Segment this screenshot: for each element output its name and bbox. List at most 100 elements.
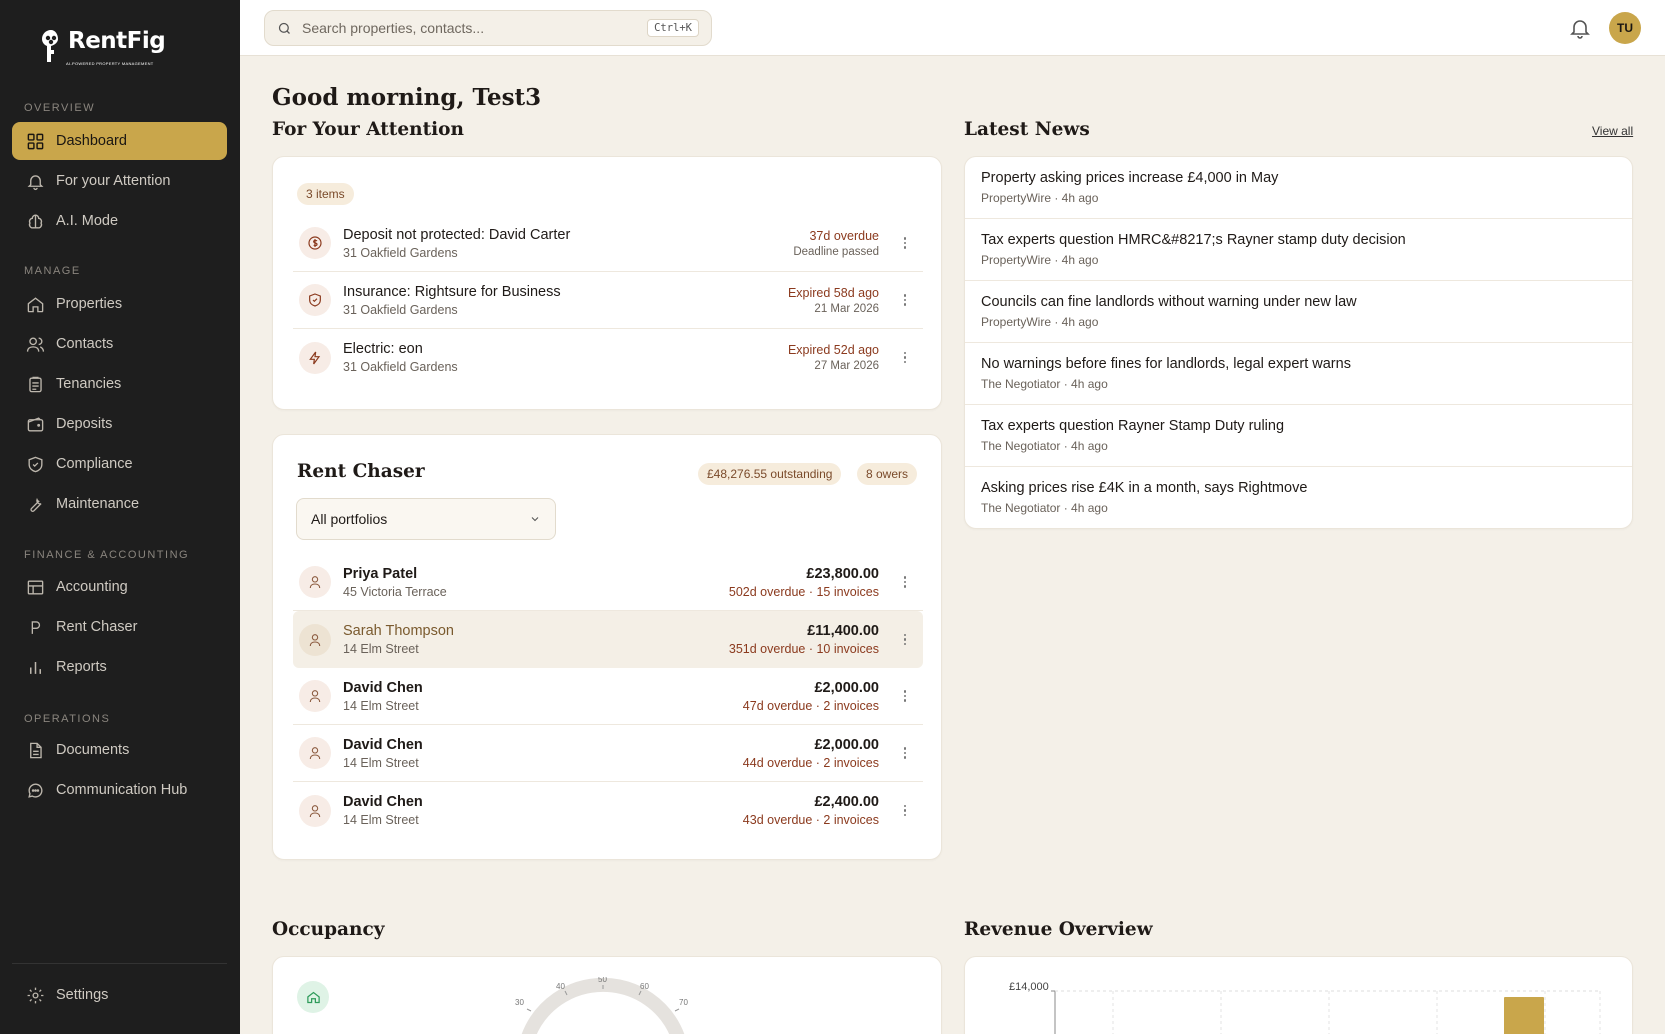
users-icon [26,336,45,352]
sidebar-item-label: Documents [56,742,130,758]
attention-item-address: 31 Oakfield Gardens [343,302,458,317]
topbar: Ctrl+K TU [240,0,1665,56]
sidebar-item-label: Maintenance [56,496,140,512]
wrench-icon [30,497,42,512]
more-menu-icon[interactable] [897,690,913,702]
news-source: The Negotiator · 4h ago [981,501,1108,515]
attention-item-status: Expired 52d ago [787,343,879,357]
person-icon [299,623,331,656]
revenue-bar [1504,997,1544,1034]
lightning-icon [299,341,331,374]
portfolio-select-value: All portfolios [311,511,388,527]
gauge-tick-label: 70 [679,998,688,1007]
home-icon [27,296,44,312]
sidebar-item-label: Dashboard [56,133,127,149]
person-icon [299,737,331,769]
attention-item[interactable]: Insurance: Rightsure for Business 31 Oakf… [293,272,923,329]
page-greeting: Good morning, Test3 [272,84,542,111]
news-headline: Tax experts question HMRC&#8217;s Rayner… [981,232,1406,248]
sidebar-item-dashboard[interactable]: Dashboard [12,122,227,160]
attention-item[interactable]: Deposit not protected: David Carter 31 Oa… [293,215,923,272]
sidebar-item-compliance[interactable]: Compliance [12,445,227,483]
occupancy-title: Occupancy [272,919,385,940]
rent-chaser-row[interactable]: Priya Patel 45 Victoria Terrace £23,800.0… [293,554,923,611]
chat-icon [28,783,43,798]
rent-chaser-row[interactable]: Sarah Thompson 14 Elm Street £11,400.00 35… [293,611,923,668]
attention-item-title: Insurance: Rightsure for Business [343,283,561,300]
news-item[interactable]: Asking prices rise £4K in a month, says … [965,467,1632,528]
sidebar-item-properties[interactable]: Properties [12,285,227,323]
rent-chaser-row[interactable]: David Chen 14 Elm Street £2,000.00 44d ove… [293,725,923,782]
more-menu-icon[interactable] [897,351,913,364]
attention-count-badge: 3 items [297,183,354,205]
sidebar-item-reports[interactable]: Reports [12,648,227,686]
sidebar-item-settings[interactable]: Settings [12,976,227,1014]
news-source: The Negotiator · 4h ago [981,377,1108,391]
more-menu-icon[interactable] [897,633,913,646]
dollar-icon [299,227,331,259]
sidebar-item-documents[interactable]: Documents [12,731,227,769]
sidebar-item-label: Accounting [56,579,128,595]
sidebar-item-maintenance[interactable]: Maintenance [12,485,227,523]
sidebar-item-tenancies[interactable]: Tenancies [12,365,227,403]
more-menu-icon[interactable] [897,294,913,306]
search-input[interactable] [302,20,638,36]
news-item[interactable]: Councils can fine landlords without warn… [965,281,1632,343]
news-item[interactable]: No warnings before fines for landlords, … [965,343,1632,405]
tenant-name: Priya Patel [343,565,418,582]
file-icon [30,742,42,758]
person-icon [299,794,331,827]
more-menu-icon[interactable] [897,576,913,588]
person-icon [299,680,331,712]
overdue-detail: 351d overdue · 10 invoices [728,642,879,656]
more-menu-icon[interactable] [897,804,913,817]
amount-owed: £2,400.00 [814,794,879,810]
revenue-title: Revenue Overview [964,919,1153,940]
attention-item[interactable]: Electric: eon 31 Oakfield Gardens Expired… [293,329,923,386]
amount-owed: £23,800.00 [806,565,879,582]
shortcut-hint: Ctrl+K [647,19,699,37]
news-item[interactable]: Tax experts question Rayner Stamp Duty r… [965,405,1632,467]
tenant-name: Sarah Thompson [343,623,454,639]
sidebar-item-contacts[interactable]: Contacts [12,325,227,363]
notification-bell-icon[interactable] [1568,16,1592,40]
news-item[interactable]: Tax experts question HMRC&#8217;s Rayner… [965,219,1632,281]
shield-icon [299,284,331,316]
fig-logo-icon [42,30,58,62]
news-headline: Property asking prices increase £4,000 i… [981,170,1279,186]
news-headline: Asking prices rise £4K in a month, says … [981,480,1308,496]
attention-title: For Your Attention [272,119,464,140]
overdue-detail: 44d overdue · 2 invoices [742,755,879,770]
news-source: PropertyWire · 4h ago [981,315,1099,329]
sidebar-item-deposits[interactable]: Deposits [12,405,227,443]
gauge-tick-label: 40 [556,982,565,991]
portfolio-select[interactable]: All portfolios [296,498,556,540]
search-bar[interactable]: Ctrl+K [264,10,712,46]
news-item[interactable]: Property asking prices increase £4,000 i… [965,157,1632,219]
wallet-icon [27,416,44,432]
more-menu-icon[interactable] [897,237,913,249]
news-card: Property asking prices increase £4,000 i… [964,156,1633,529]
sidebar-item-ai-mode[interactable]: A.I. Mode [12,202,227,240]
attention-item-address: 31 Oakfield Gardens [343,245,458,260]
brand-logo[interactable]: RentFig AI-POWERED PROPERTY MANAGEMENT [38,28,166,66]
sidebar-item-label: Contacts [56,336,114,352]
gear-icon [27,987,44,1003]
sidebar-item-communication-hub[interactable]: Communication Hub [12,771,227,809]
user-avatar[interactable]: TU [1609,12,1641,44]
tenant-name: David Chen [343,679,423,696]
sidebar-divider [12,963,227,964]
shield-check-icon [28,456,43,472]
search-icon [278,22,290,34]
sidebar-item-attention[interactable]: For your Attention [12,162,227,200]
clipboard-icon [29,376,42,392]
sidebar-item-rent-chaser[interactable]: Rent Chaser [12,608,227,646]
rent-chaser-row[interactable]: David Chen 14 Elm Street £2,400.00 43d ove… [293,782,923,839]
rent-chaser-row[interactable]: David Chen 14 Elm Street £2,000.00 47d ove… [293,668,923,725]
view-all-news-link[interactable]: View all [1592,124,1633,138]
sidebar-item-accounting[interactable]: Accounting [12,568,227,606]
sidebar-item-label: For your Attention [56,173,171,189]
brand-name: RentFig [68,28,166,54]
more-menu-icon[interactable] [897,747,913,759]
occupancy-card: 30 40 50 60 70 [272,956,942,1034]
